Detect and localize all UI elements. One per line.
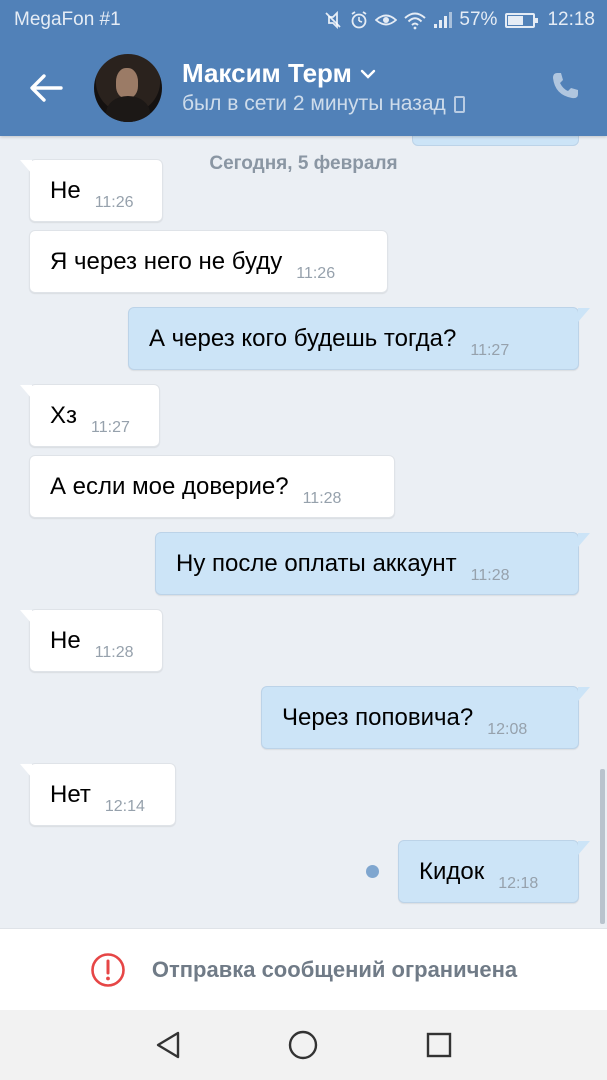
message-text: Через поповича? bbox=[282, 703, 474, 731]
message-text: Не bbox=[50, 176, 81, 204]
home-circle-icon bbox=[289, 1030, 318, 1060]
message-bubble-partial bbox=[412, 136, 579, 146]
status-icons: 57% 12:18 bbox=[323, 9, 595, 31]
message-text: Хз bbox=[50, 401, 78, 429]
app-header-area: MegaFon #1 57% 12:18 Максим Терм был в с… bbox=[0, 0, 607, 136]
phone-icon bbox=[553, 73, 578, 99]
warning-circle-icon bbox=[91, 952, 125, 987]
system-navigation-bar bbox=[0, 1010, 607, 1080]
message-time: 11:26 bbox=[94, 193, 134, 211]
message-bubble-incoming[interactable]: Я через него не буду 11:26 bbox=[29, 230, 388, 293]
wifi-icon bbox=[404, 12, 427, 30]
battery-fill bbox=[508, 15, 524, 25]
mute-icon bbox=[325, 10, 342, 30]
message-time: 11:26 bbox=[296, 264, 336, 282]
unread-indicator bbox=[366, 865, 379, 878]
nav-recents-button[interactable] bbox=[419, 1025, 459, 1065]
battery-icon bbox=[505, 12, 539, 28]
message-bubble-incoming[interactable]: Нет 12:14 bbox=[20, 763, 176, 826]
message-bubble-outgoing[interactable]: Кидок 12:18 bbox=[398, 840, 590, 903]
last-seen-status: был в сети 2 минуты назад bbox=[182, 92, 465, 116]
message-bubble-incoming[interactable]: Не 11:28 bbox=[20, 609, 163, 672]
message-bubble-incoming[interactable]: Не 11:26 bbox=[20, 159, 163, 222]
battery-percent: 57% bbox=[459, 9, 498, 30]
recents-square-icon bbox=[426, 1032, 452, 1058]
message-bubble-incoming[interactable]: Хз 11:27 bbox=[20, 384, 160, 447]
message-bubble-outgoing[interactable]: Ну после оплаты аккаунт 11:28 bbox=[155, 532, 590, 595]
message-time: 11:28 bbox=[94, 643, 134, 661]
message-time: 12:08 bbox=[487, 720, 528, 738]
message-bubble-outgoing[interactable]: Через поповича? 12:08 bbox=[261, 686, 590, 749]
clock: 12:18 bbox=[547, 9, 595, 30]
message-text: А если мое доверие? bbox=[50, 472, 289, 500]
message-text: Ну после оплаты аккаунт bbox=[176, 549, 457, 577]
nav-home-button[interactable] bbox=[283, 1025, 323, 1065]
contact-name-button[interactable]: Максим Терм bbox=[182, 58, 376, 89]
status-bar: MegaFon #1 57% 12:18 bbox=[0, 0, 607, 40]
message-text: Не bbox=[50, 626, 81, 654]
message-text: Кидок bbox=[419, 857, 485, 885]
message-text: А через кого будешь тогда? bbox=[149, 324, 457, 352]
chat-header: Максим Терм был в сети 2 минуты назад bbox=[0, 40, 607, 136]
message-time: 11:28 bbox=[302, 489, 342, 507]
avatar[interactable] bbox=[94, 54, 162, 122]
message-time: 12:18 bbox=[498, 874, 539, 892]
chevron-down-icon bbox=[360, 69, 376, 79]
mobile-device-icon bbox=[453, 95, 465, 113]
nav-back-button[interactable] bbox=[148, 1025, 188, 1065]
last-seen-text: был в сети 2 минуты назад bbox=[182, 92, 446, 115]
call-button[interactable] bbox=[549, 70, 585, 106]
carrier-label: MegaFon #1 bbox=[14, 9, 121, 30]
message-time: 11:27 bbox=[91, 418, 130, 436]
message-time: 11:27 bbox=[470, 341, 510, 359]
message-time: 11:28 bbox=[470, 566, 510, 584]
eye-icon bbox=[375, 14, 398, 26]
message-bubble-outgoing[interactable]: А через кого будешь тогда? 11:27 bbox=[128, 307, 590, 370]
arrow-left-icon bbox=[30, 74, 63, 102]
back-triangle-icon bbox=[156, 1031, 180, 1059]
message-time: 12:14 bbox=[104, 797, 145, 815]
restriction-text: Отправка сообщений ограничена bbox=[151, 956, 518, 982]
message-text: Я через него не буду bbox=[50, 247, 283, 275]
message-list[interactable]: Сегодня, 5 февраля Не 11:26 Я через него… bbox=[0, 136, 607, 928]
alarm-icon bbox=[351, 11, 367, 29]
scrollbar[interactable] bbox=[600, 769, 605, 924]
contact-name: Максим Терм bbox=[182, 58, 352, 88]
back-button[interactable] bbox=[26, 70, 66, 106]
message-text: Нет bbox=[50, 780, 91, 808]
messaging-restricted-banner: Отправка сообщений ограничена bbox=[0, 928, 607, 1010]
message-bubble-incoming[interactable]: А если мое доверие? 11:28 bbox=[29, 455, 395, 518]
signal-icon bbox=[434, 12, 453, 28]
